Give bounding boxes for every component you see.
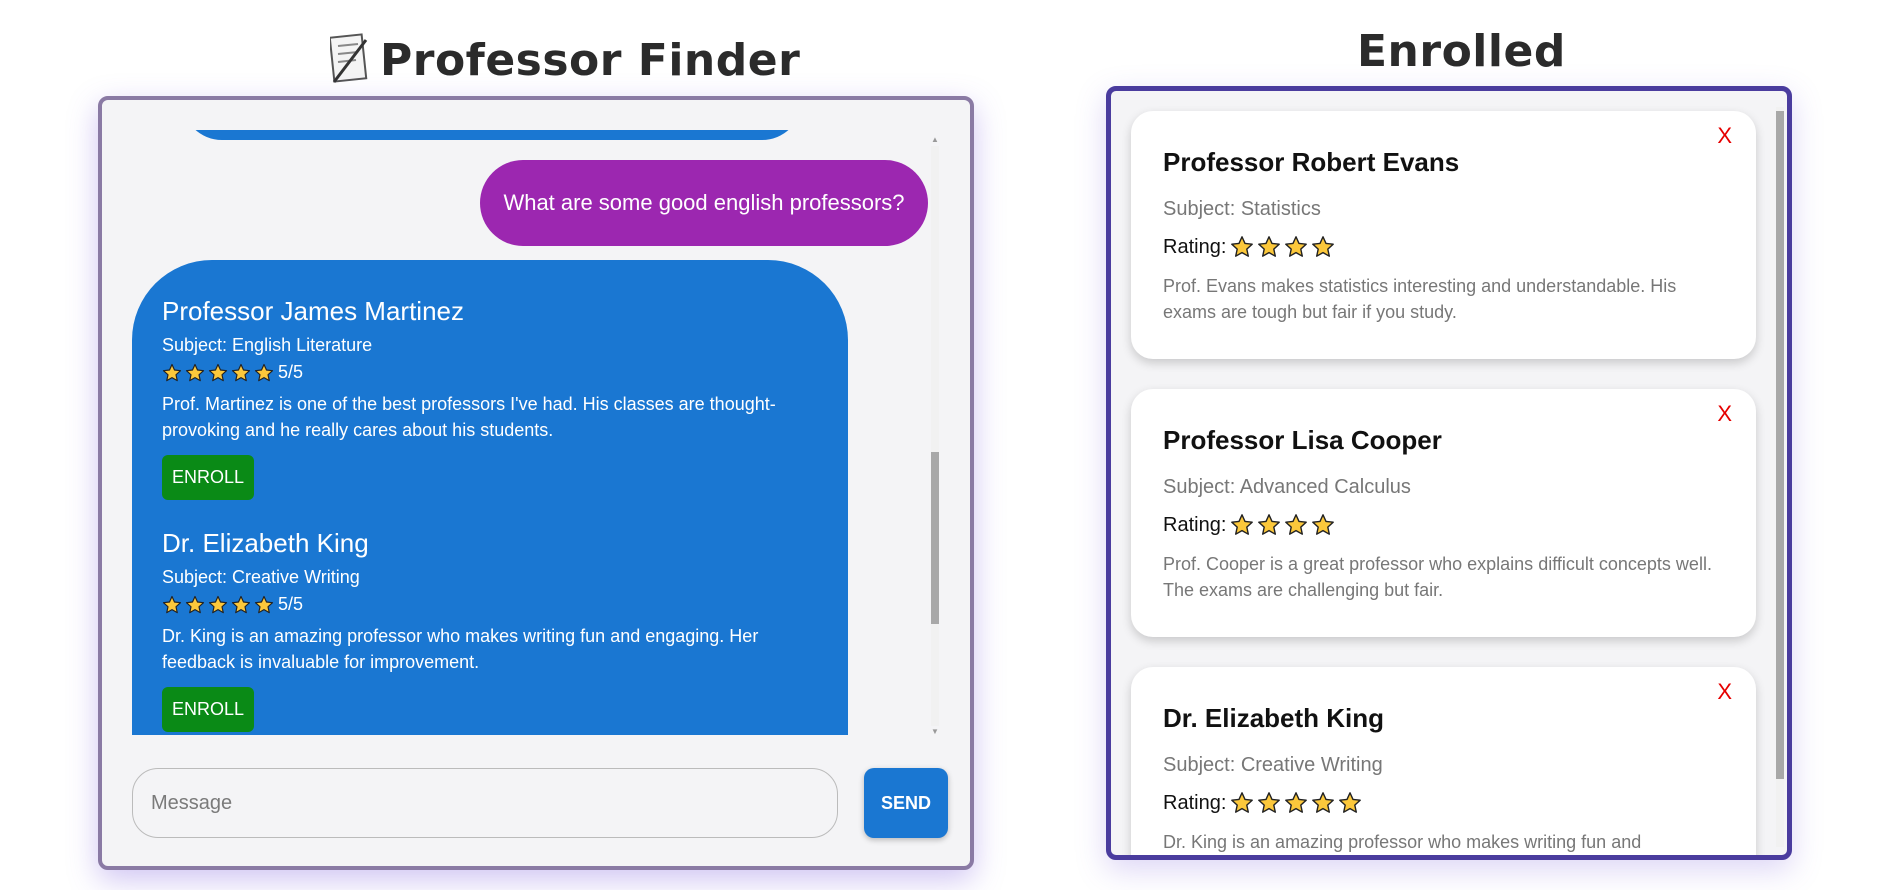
chat-panel: What are some good english professors? P…	[98, 96, 974, 870]
scroll-down-arrow-icon[interactable]: ▼	[931, 728, 939, 736]
professor-result: Professor James Martinez Subject: Englis…	[162, 296, 818, 500]
enrolled-title: Enrolled	[1357, 26, 1566, 77]
professor-rating: 5/5	[162, 594, 818, 615]
star-icon	[1285, 236, 1308, 257]
rating-stars	[1230, 235, 1335, 259]
star-icon	[162, 363, 182, 381]
card-subject: Subject: Statistics	[1163, 198, 1321, 220]
previous-message-bubble	[182, 130, 802, 140]
card-subject: Subject: Advanced Calculus	[1163, 476, 1411, 498]
rating-stars	[1230, 513, 1335, 537]
star-icon	[1231, 792, 1254, 813]
scrollbar-thumb[interactable]	[1776, 111, 1784, 779]
star-icon	[185, 363, 205, 381]
card-rating: Rating:	[1163, 791, 1724, 815]
card-professor-name: Professor Lisa Cooper	[1163, 425, 1442, 455]
professor-rating: 5/5	[162, 362, 818, 383]
rating-label: Rating:	[1163, 513, 1227, 536]
star-icon	[231, 363, 251, 381]
enrolled-card: X Professor Robert Evans Subject: Statis…	[1131, 111, 1756, 359]
professor-name: Dr. Elizabeth King	[162, 528, 369, 558]
remove-button[interactable]: X	[1717, 679, 1732, 705]
enrolled-card: X Professor Lisa Cooper Subject: Advance…	[1131, 389, 1756, 637]
user-message-text: What are some good english professors?	[503, 190, 905, 215]
rating-label: Rating:	[1163, 791, 1227, 814]
memo-icon	[328, 32, 370, 88]
star-icon	[1285, 514, 1308, 535]
assistant-message-bubble: Professor James Martinez Subject: Englis…	[132, 260, 848, 735]
professor-result: Dr. Elizabeth King Subject: Creative Wri…	[162, 528, 818, 732]
star-icon	[1231, 514, 1254, 535]
star-icon	[1258, 514, 1281, 535]
rating-stars	[1230, 791, 1362, 815]
professor-review: Prof. Martinez is one of the best profes…	[162, 394, 776, 440]
enroll-button[interactable]: ENROLL	[162, 455, 255, 500]
page-title: Professor Finder	[380, 34, 801, 86]
rating-stars	[162, 363, 274, 383]
professor-finder-title: Professor Finder	[328, 32, 801, 88]
card-review: Dr. King is an amazing professor who mak…	[1163, 832, 1642, 852]
enroll-button[interactable]: ENROLL	[162, 687, 255, 732]
enrolled-scrollbar[interactable]	[1774, 101, 1786, 851]
star-icon	[254, 595, 274, 613]
card-professor-name: Professor Robert Evans	[1163, 147, 1460, 177]
star-icon	[1258, 236, 1281, 257]
enrolled-panel: X Professor Robert Evans Subject: Statis…	[1106, 86, 1792, 860]
star-icon	[231, 595, 251, 613]
scroll-up-arrow-icon[interactable]: ▲	[931, 136, 939, 144]
enrolled-card: X Dr. Elizabeth King Subject: Creative W…	[1131, 667, 1756, 855]
remove-button[interactable]: X	[1717, 123, 1732, 149]
card-rating: Rating:	[1163, 235, 1724, 259]
professor-subject: Subject: English Literature	[162, 335, 373, 355]
card-review: Prof. Cooper is a great professor who ex…	[1163, 554, 1712, 600]
message-composer: SEND	[132, 768, 948, 838]
star-icon	[1312, 792, 1335, 813]
professor-review: Dr. King is an amazing professor who mak…	[162, 626, 759, 672]
star-icon	[1231, 236, 1254, 257]
star-icon	[1258, 792, 1281, 813]
remove-button[interactable]: X	[1717, 401, 1732, 427]
scrollbar-track[interactable]	[931, 146, 939, 726]
card-review: Prof. Evans makes statistics interesting…	[1163, 276, 1677, 322]
chat-messages[interactable]: What are some good english professors? P…	[132, 130, 942, 735]
star-icon	[254, 363, 274, 381]
card-subject: Subject: Creative Writing	[1163, 754, 1383, 776]
star-icon	[208, 363, 228, 381]
rating-label: Rating:	[1163, 235, 1227, 258]
chat-scrollbar[interactable]: ▲ ▼	[928, 136, 940, 736]
card-professor-name: Dr. Elizabeth King	[1163, 703, 1385, 733]
message-input[interactable]	[132, 768, 838, 838]
professor-name: Professor James Martinez	[162, 296, 464, 326]
star-icon	[1312, 236, 1335, 257]
star-icon	[1312, 514, 1335, 535]
rating-stars	[162, 595, 274, 615]
star-icon	[1339, 792, 1362, 813]
professor-subject: Subject: Creative Writing	[162, 567, 360, 587]
rating-text: 5/5	[278, 594, 304, 614]
rating-text: 5/5	[278, 362, 304, 382]
user-message-bubble: What are some good english professors?	[480, 160, 928, 246]
star-icon	[162, 595, 182, 613]
star-icon	[208, 595, 228, 613]
card-rating: Rating:	[1163, 513, 1724, 537]
star-icon	[185, 595, 205, 613]
send-button[interactable]: SEND	[864, 768, 948, 838]
star-icon	[1285, 792, 1308, 813]
scrollbar-thumb[interactable]	[931, 452, 939, 624]
